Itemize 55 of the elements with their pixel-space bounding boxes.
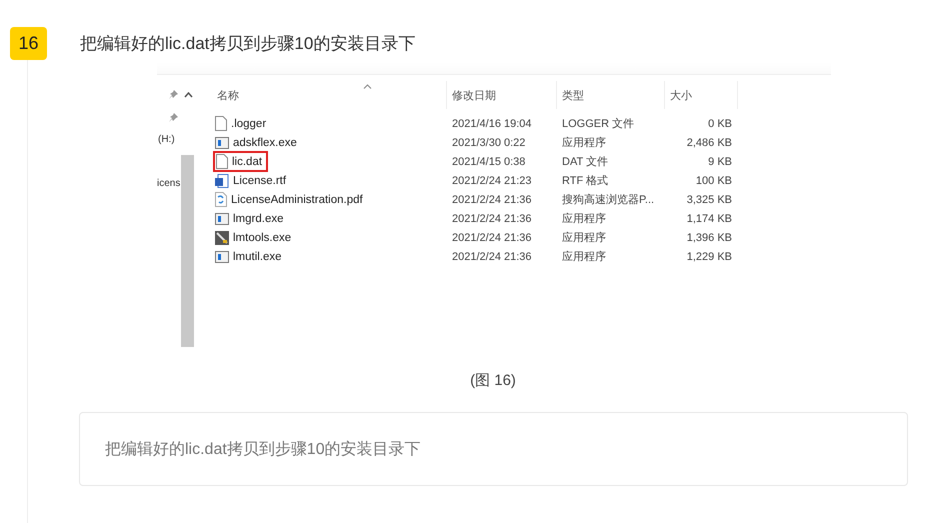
step-title: 把编辑好的lic.dat拷贝到步骤10的安装目录下 — [80, 33, 416, 55]
navigation-item[interactable]: (H:) — [158, 134, 175, 145]
pin-icon — [169, 113, 178, 122]
navigation-item[interactable]: icens — [157, 178, 180, 189]
file-type-cell-text: DAT 文件 — [561, 154, 610, 169]
file-type-cell-text: LOGGER 文件 — [561, 116, 636, 131]
file-name[interactable]: LicenseAdministration.pdf — [215, 192, 447, 207]
document-icon — [215, 174, 229, 188]
sort-caret-icon — [363, 84, 372, 89]
application-icon — [215, 136, 229, 148]
file-size-cell-text: 1,229 KB — [686, 250, 733, 262]
file-size-cell-text: 100 KB — [694, 174, 733, 186]
file-name[interactable]: lmgrd.exe — [215, 212, 447, 224]
file-type-cell-text: RTF 格式 — [561, 174, 610, 188]
modified-date-cell-text: 2021/2/24 21:36 — [451, 232, 533, 244]
file-name[interactable]: lmutil.exe — [215, 250, 447, 262]
column-header[interactable]: 类型 — [557, 81, 665, 109]
modified-date-cell-text: 2021/4/16 19:04 — [451, 118, 533, 130]
tools-icon — [215, 230, 229, 244]
file-type-cell-text: 应用程序 — [561, 230, 607, 245]
modified-date-cell-text: 2021/4/15 0:38 — [451, 156, 526, 168]
document-icon — [215, 116, 227, 131]
collapse-caret-icon[interactable] — [184, 92, 193, 98]
file-size-cell-text: 9 KB — [707, 156, 733, 168]
highlighted-file-name[interactable]: lic.dat — [215, 153, 266, 170]
column-header[interactable]: 名称 — [215, 81, 447, 109]
modified-date-cell-text: 2021/2/24 21:36 — [451, 250, 533, 262]
document-icon — [216, 154, 228, 169]
application-icon — [215, 250, 229, 262]
figure-caption: (图 16) — [469, 371, 517, 390]
file-name[interactable]: adskflex.exe — [215, 136, 447, 148]
modified-date-cell-text: 2021/3/30 0:22 — [451, 136, 526, 148]
file-type-cell-text: 搜狗高速浏览器P... — [561, 192, 656, 207]
file-size-cell-text: 0 KB — [707, 118, 733, 130]
file-type-cell-text: 应用程序 — [561, 212, 607, 226]
document-icon — [215, 192, 227, 207]
step-number-badge: 16 — [10, 27, 47, 60]
file-type-cell-text: 应用程序 — [561, 250, 607, 264]
scrollbar[interactable] — [181, 155, 194, 347]
modified-date-cell-text: 2021/2/24 21:36 — [451, 212, 533, 224]
note-text: 把编辑好的lic.dat拷贝到步骤10的安装目录下 — [105, 440, 421, 460]
file-name[interactable]: License.rtf — [215, 174, 447, 188]
modified-date-cell-text: 2021/2/24 21:36 — [451, 194, 533, 206]
file-size-cell-text: 1,396 KB — [686, 232, 733, 244]
modified-date-cell-text: 2021/2/24 21:23 — [451, 174, 533, 186]
file-type-cell-text: 应用程序 — [561, 136, 607, 150]
application-icon — [215, 212, 229, 224]
pin-icon — [169, 90, 178, 99]
file-name[interactable]: lmtools.exe — [215, 230, 447, 244]
file-size-cell-text: 3,325 KB — [686, 194, 733, 206]
file-size-cell-text: 2,486 KB — [686, 136, 733, 148]
file-size-cell-text: 1,174 KB — [686, 212, 733, 224]
file-name[interactable]: .logger — [215, 116, 447, 131]
column-header[interactable]: 大小 — [665, 81, 738, 109]
column-header[interactable]: 修改日期 — [447, 81, 557, 109]
